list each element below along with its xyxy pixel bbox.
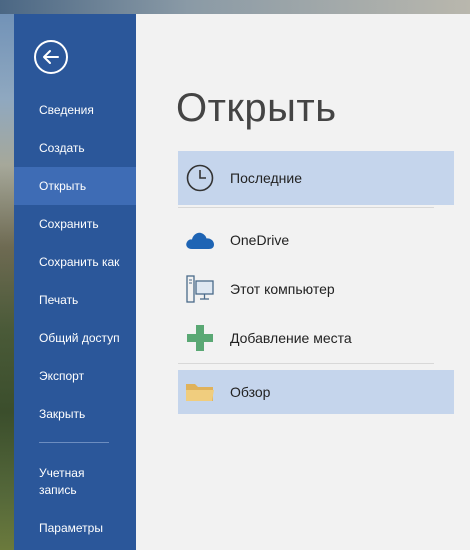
nav-item-open[interactable]: Открыть [14,167,136,205]
nav-item-info[interactable]: Сведения [14,91,136,129]
nav-item-label: Учетная запись [39,465,84,499]
account-label-line2: запись [39,483,77,497]
folder-icon [184,376,216,408]
nav-item-options[interactable]: Параметры [14,509,136,547]
nav-item-label: Сохранить [39,217,99,231]
place-label: Последние [230,170,303,186]
place-label: Добавление места [230,330,352,346]
place-label: OneDrive [230,232,290,248]
place-computer[interactable]: Этот компьютер [178,267,454,311]
nav-divider [39,442,109,443]
nav-item-label: Открыть [39,179,87,193]
nav-item-label: Печать [39,293,79,307]
plus-icon [184,322,216,354]
place-browse[interactable]: Обзор [178,370,454,414]
backstage-sidebar: Сведения Создать Открыть Сохранить Сохра… [14,14,136,550]
places-separator [178,363,434,364]
nav-item-new[interactable]: Создать [14,129,136,167]
place-label: Этот компьютер [230,281,335,297]
nav-item-share[interactable]: Общий доступ [14,319,136,357]
place-add[interactable]: Добавление места [178,316,454,360]
nav-item-account[interactable]: Учетная запись [14,460,136,504]
computer-icon [184,273,216,305]
onedrive-cloud-icon [184,224,216,256]
nav-item-export[interactable]: Экспорт [14,357,136,395]
nav-item-label: Сохранить как [39,255,120,269]
nav-item-label: Общий доступ [39,331,120,345]
nav-item-label: Закрыть [39,407,86,421]
arrow-left-icon [43,50,59,64]
nav-item-close[interactable]: Закрыть [14,395,136,433]
account-label-line1: Учетная [39,466,85,480]
back-button[interactable] [34,40,68,74]
nav-item-save-as[interactable]: Сохранить как [14,243,136,281]
nav-item-label: Экспорт [39,369,85,383]
nav-item-label: Параметры [39,521,103,535]
nav-item-label: Создать [39,141,85,155]
clock-icon [184,162,216,194]
nav-item-label: Сведения [39,103,94,117]
nav-item-save[interactable]: Сохранить [14,205,136,243]
window-top-strip [0,0,470,14]
places-separator [178,207,434,208]
page-title: Открыть [176,86,337,130]
place-onedrive[interactable]: OneDrive [178,218,454,262]
backstage-main: Открыть Последние OneDrive Этот компьюте… [136,14,470,550]
nav-item-print[interactable]: Печать [14,281,136,319]
place-label: Обзор [230,384,271,400]
place-recent[interactable]: Последние [178,151,454,205]
